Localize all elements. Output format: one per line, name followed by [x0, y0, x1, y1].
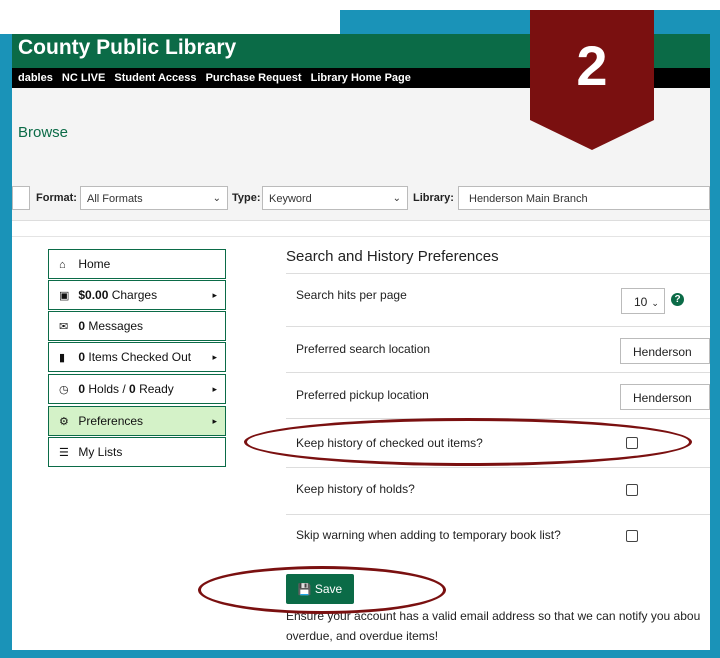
nav-link-purchase-request[interactable]: Purchase Request — [206, 72, 302, 84]
caret-right-icon: ▸ — [212, 290, 217, 300]
type-select-value: Keyword — [269, 193, 312, 205]
library-select[interactable]: Henderson Main Branch — [458, 186, 710, 210]
sidebar-item-holds[interactable]: ◷ 0 Holds / 0 Ready ▸ — [48, 374, 226, 404]
hits-per-page-value: 10 — [634, 295, 648, 309]
sidebar-item-my-lists[interactable]: ☰ My Lists — [48, 437, 226, 467]
sidebar-item-label: Items Checked Out — [85, 350, 192, 364]
caret-right-icon: ▸ — [212, 384, 217, 394]
sidebar-item-messages[interactable]: ✉ 0 Messages — [48, 311, 226, 341]
sidebar-item-label: Preferences — [78, 414, 144, 428]
format-label: Format: — [36, 192, 77, 204]
browse-link[interactable]: Browse — [18, 124, 68, 141]
frame-border-right — [710, 10, 720, 658]
highlight-ellipse-save — [198, 566, 446, 614]
frame-border-bottom — [0, 650, 720, 658]
chevron-down-icon: ⌄ — [212, 193, 221, 204]
frame-border-left — [0, 34, 12, 658]
hits-per-page-label: Search hits per page — [296, 288, 407, 302]
envelope-icon: ✉ — [59, 321, 69, 333]
step-badge-point — [530, 120, 654, 150]
sidebar-item-label: Home — [78, 257, 111, 271]
skip-warning-checkbox[interactable] — [626, 530, 638, 542]
row-divider — [286, 273, 710, 274]
gear-icon: ⚙ — [59, 416, 69, 428]
library-title[interactable]: County Public Library — [18, 34, 236, 62]
book-icon: ▮ — [59, 352, 66, 364]
sidebar-item-label: Charges — [108, 288, 158, 302]
format-select-value: All Formats — [87, 193, 143, 205]
keep-holds-history-checkbox[interactable] — [626, 484, 638, 496]
chevron-down-icon: ⌄ — [392, 193, 401, 204]
nav-link-nc-live[interactable]: NC LIVE — [62, 72, 105, 84]
search-location-value: Henderson — [633, 345, 692, 359]
step-number: 2 — [576, 34, 608, 97]
sidebar-item-charges[interactable]: ▣ $0.00 Charges ▸ — [48, 280, 226, 310]
clock-icon: ◷ — [59, 384, 69, 396]
nav-link-student-access[interactable]: Student Access — [114, 72, 196, 84]
search-location-select[interactable]: Henderson — [620, 338, 710, 364]
help-icon[interactable]: ? — [671, 293, 684, 306]
hits-per-page-select[interactable]: 10 ⌄ — [621, 288, 665, 314]
sidebar-item-preferences[interactable]: ⚙ Preferences ▸ — [48, 406, 226, 436]
home-icon: ⌂ — [59, 259, 66, 271]
nav-link-downloadables[interactable]: dables — [18, 72, 53, 84]
content-divider — [12, 236, 710, 237]
search-input-edge[interactable] — [12, 186, 30, 210]
row-divider — [286, 372, 710, 373]
caret-right-icon: ▸ — [212, 352, 217, 362]
skip-warning-label: Skip warning when adding to temporary bo… — [296, 528, 561, 542]
row-divider — [286, 514, 710, 515]
sidebar-item-home[interactable]: ⌂ Home — [48, 249, 226, 279]
ready-count: 0 — [129, 382, 136, 396]
pickup-location-select[interactable]: Henderson — [620, 384, 710, 410]
chevron-down-icon: ⌄ — [651, 298, 659, 308]
pickup-location-label: Preferred pickup location — [296, 388, 429, 402]
pickup-location-value: Henderson — [633, 391, 692, 405]
sidebar-item-label: Messages — [85, 319, 144, 333]
nav-link-library-home[interactable]: Library Home Page — [311, 72, 411, 84]
list-icon: ☰ — [59, 447, 69, 459]
format-select[interactable]: All Formats ⌄ — [80, 186, 228, 210]
keep-holds-history-label: Keep history of holds? — [296, 482, 415, 496]
preferences-title: Search and History Preferences — [286, 248, 499, 265]
sidebar-item-label: Ready — [135, 382, 174, 396]
top-nav-links: dables NC LIVE Student Access Purchase R… — [18, 68, 417, 88]
highlight-ellipse-checkout-history — [244, 418, 692, 466]
row-divider — [286, 326, 710, 327]
sidebar-item-label: My Lists — [78, 445, 123, 459]
charges-amount: $0.00 — [78, 288, 109, 302]
holds-separator: Holds / — [85, 382, 130, 396]
library-select-value: Henderson Main Branch — [469, 193, 588, 205]
library-label: Library: — [413, 192, 454, 204]
sidebar-item-checked-out[interactable]: ▮ 0 Items Checked Out ▸ — [48, 342, 226, 372]
type-select[interactable]: Keyword ⌄ — [262, 186, 408, 210]
row-divider — [286, 467, 710, 468]
caret-right-icon: ▸ — [212, 416, 217, 426]
type-label: Type: — [232, 192, 261, 204]
money-icon: ▣ — [59, 290, 70, 302]
search-location-label: Preferred search location — [296, 342, 431, 356]
